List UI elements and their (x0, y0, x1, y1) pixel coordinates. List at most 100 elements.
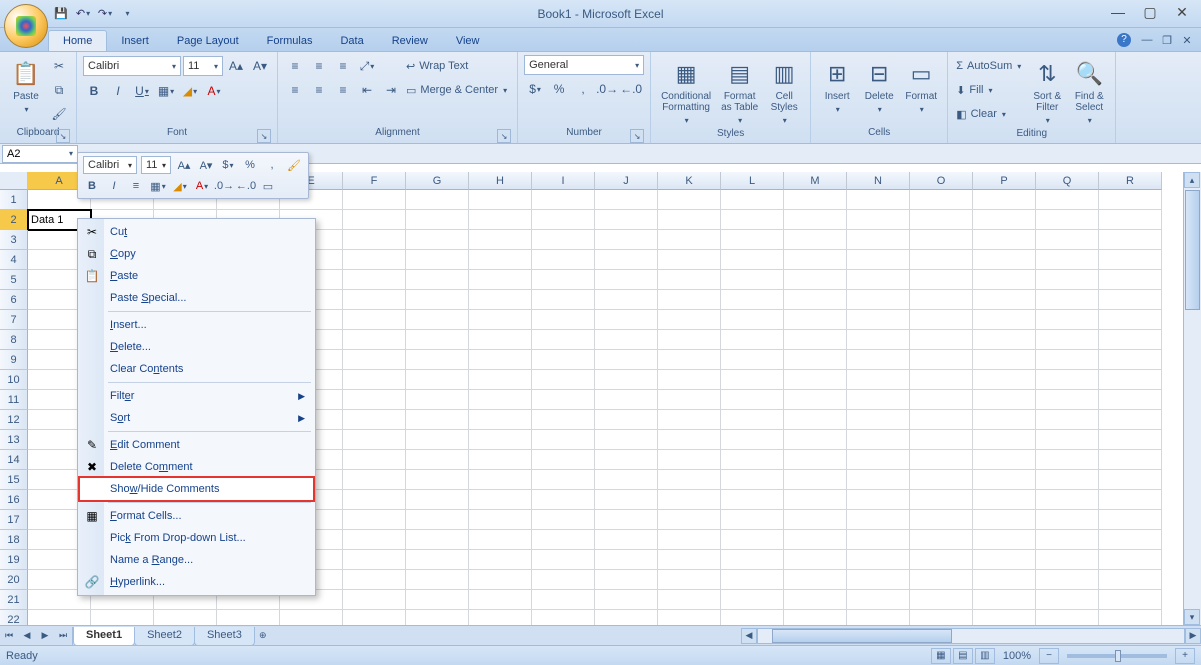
cell-H14[interactable] (469, 450, 532, 470)
cell-I4[interactable] (532, 250, 595, 270)
menu-item-1[interactable]: ⧉Copy (80, 243, 313, 265)
cell-F15[interactable] (343, 470, 406, 490)
cell-M20[interactable] (784, 570, 847, 590)
menu-item-16[interactable]: ▦Format Cells... (80, 505, 313, 527)
cut-icon[interactable]: ✂ (48, 55, 70, 77)
cell-F4[interactable] (343, 250, 406, 270)
cell-R22[interactable] (1099, 610, 1162, 625)
alignment-launcher[interactable]: ↘ (497, 129, 511, 143)
cell-K6[interactable] (658, 290, 721, 310)
cell-styles-button[interactable]: ▥Cell Styles▾ (764, 55, 804, 128)
sort-filter-button[interactable]: ⇅Sort & Filter▾ (1027, 55, 1067, 128)
cell-L22[interactable] (721, 610, 784, 625)
cell-J3[interactable] (595, 230, 658, 250)
cell-F9[interactable] (343, 350, 406, 370)
cell-J8[interactable] (595, 330, 658, 350)
cell-F5[interactable] (343, 270, 406, 290)
mini-font-combo[interactable]: Calibri▾ (83, 156, 137, 174)
align-top-icon[interactable]: ≡ (284, 55, 306, 77)
sheet-nav-first[interactable]: ⏮ (0, 627, 18, 645)
cell-H10[interactable] (469, 370, 532, 390)
cell-P15[interactable] (973, 470, 1036, 490)
cell-L12[interactable] (721, 410, 784, 430)
cell-R16[interactable] (1099, 490, 1162, 510)
row-header-22[interactable]: 22 (0, 610, 28, 625)
cell-E22[interactable] (280, 610, 343, 625)
cell-F3[interactable] (343, 230, 406, 250)
cell-D22[interactable] (217, 610, 280, 625)
cell-J16[interactable] (595, 490, 658, 510)
align-bottom-icon[interactable]: ≡ (332, 55, 354, 77)
cell-H3[interactable] (469, 230, 532, 250)
border-button[interactable]: ▦▾ (155, 80, 177, 102)
cell-H17[interactable] (469, 510, 532, 530)
cell-N11[interactable] (847, 390, 910, 410)
cell-N22[interactable] (847, 610, 910, 625)
cell-K15[interactable] (658, 470, 721, 490)
cell-J20[interactable] (595, 570, 658, 590)
cell-R12[interactable] (1099, 410, 1162, 430)
cell-K14[interactable] (658, 450, 721, 470)
menu-item-9[interactable]: Filter▶ (80, 385, 313, 407)
menu-item-14[interactable]: Show/Hide Comments (80, 478, 313, 500)
cell-L13[interactable] (721, 430, 784, 450)
cell-Q16[interactable] (1036, 490, 1099, 510)
cell-Q12[interactable] (1036, 410, 1099, 430)
cell-P2[interactable] (973, 210, 1036, 230)
cell-Q4[interactable] (1036, 250, 1099, 270)
normal-view-button[interactable]: ▦ (931, 648, 951, 664)
cell-F14[interactable] (343, 450, 406, 470)
mini-shrink-font-icon[interactable]: A▾ (197, 156, 215, 174)
row-header-15[interactable]: 15 (0, 470, 28, 490)
cell-M1[interactable] (784, 190, 847, 210)
zoom-percent[interactable]: 100% (1003, 650, 1031, 662)
cell-H9[interactable] (469, 350, 532, 370)
cell-L16[interactable] (721, 490, 784, 510)
font-size-combo[interactable]: 11▾ (183, 56, 223, 76)
cell-N13[interactable] (847, 430, 910, 450)
cell-L10[interactable] (721, 370, 784, 390)
cell-M9[interactable] (784, 350, 847, 370)
cell-F20[interactable] (343, 570, 406, 590)
cell-P5[interactable] (973, 270, 1036, 290)
cell-N9[interactable] (847, 350, 910, 370)
cell-P4[interactable] (973, 250, 1036, 270)
mini-grow-font-icon[interactable]: A▴ (175, 156, 193, 174)
select-all-corner[interactable] (0, 172, 28, 190)
cell-H7[interactable] (469, 310, 532, 330)
font-launcher[interactable]: ↘ (257, 129, 271, 143)
cell-N2[interactable] (847, 210, 910, 230)
cell-J4[interactable] (595, 250, 658, 270)
workbook-restore-button[interactable]: ❐ (1159, 32, 1175, 48)
menu-item-7[interactable]: Clear Contents (80, 358, 313, 380)
mini-comma-icon[interactable]: , (263, 156, 281, 174)
cell-G11[interactable] (406, 390, 469, 410)
cell-Q15[interactable] (1036, 470, 1099, 490)
cell-L2[interactable] (721, 210, 784, 230)
font-name-combo[interactable]: Calibri▾ (83, 56, 181, 76)
cell-O16[interactable] (910, 490, 973, 510)
cell-N10[interactable] (847, 370, 910, 390)
cell-F7[interactable] (343, 310, 406, 330)
cell-I12[interactable] (532, 410, 595, 430)
cell-O18[interactable] (910, 530, 973, 550)
cell-B22[interactable] (91, 610, 154, 625)
cell-N20[interactable] (847, 570, 910, 590)
workbook-minimize-button[interactable]: — (1139, 32, 1155, 48)
workbook-close-button[interactable]: ✕ (1179, 32, 1195, 48)
mini-increase-decimal-icon[interactable]: .0→ (215, 177, 233, 195)
menu-item-3[interactable]: Paste Special... (80, 287, 313, 309)
cell-H12[interactable] (469, 410, 532, 430)
menu-item-19[interactable]: 🔗Hyperlink... (80, 571, 313, 593)
cell-J11[interactable] (595, 390, 658, 410)
cell-R7[interactable] (1099, 310, 1162, 330)
menu-item-17[interactable]: Pick From Drop-down List... (80, 527, 313, 549)
cell-H1[interactable] (469, 190, 532, 210)
row-header-11[interactable]: 11 (0, 390, 28, 410)
autosum-button[interactable]: ΣAutoSum▾ (954, 55, 1025, 77)
cell-Q10[interactable] (1036, 370, 1099, 390)
cell-F17[interactable] (343, 510, 406, 530)
cell-M18[interactable] (784, 530, 847, 550)
row-header-18[interactable]: 18 (0, 530, 28, 550)
align-right-icon[interactable]: ≡ (332, 79, 354, 101)
